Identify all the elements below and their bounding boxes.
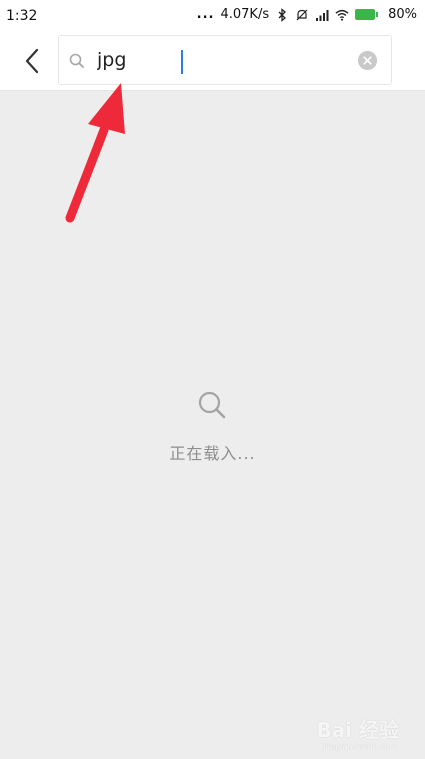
loading-search-icon: [198, 391, 226, 419]
signal-icon: [316, 9, 329, 21]
search-input[interactable]: [97, 44, 347, 76]
wifi-icon: [335, 9, 349, 21]
network-speed: 4.07K/s: [220, 7, 270, 22]
loading-text: 正在载入...: [169, 444, 256, 463]
status-bar: 1:32 ... 4.07K/s 80%: [0, 0, 425, 32]
bluetooth-icon: [278, 7, 287, 22]
watermark-url: jingyan.baidu.com: [323, 742, 397, 751]
search-icon: [69, 53, 84, 68]
clear-icon[interactable]: [358, 51, 377, 70]
mute-icon: [296, 9, 308, 20]
battery-level: 80%: [388, 7, 417, 22]
battery-icon: [355, 9, 379, 20]
status-icons: ... 4.07K/s 80%: [197, 7, 417, 22]
watermark-logo: Bai 经验: [316, 718, 399, 742]
search-header: [0, 32, 425, 91]
search-box[interactable]: [58, 35, 392, 85]
back-icon[interactable]: [20, 46, 46, 76]
status-dots: ...: [196, 7, 215, 22]
annotation-arrow: [65, 83, 125, 223]
status-time: 1:32: [6, 8, 38, 24]
text-caret: [181, 50, 183, 74]
